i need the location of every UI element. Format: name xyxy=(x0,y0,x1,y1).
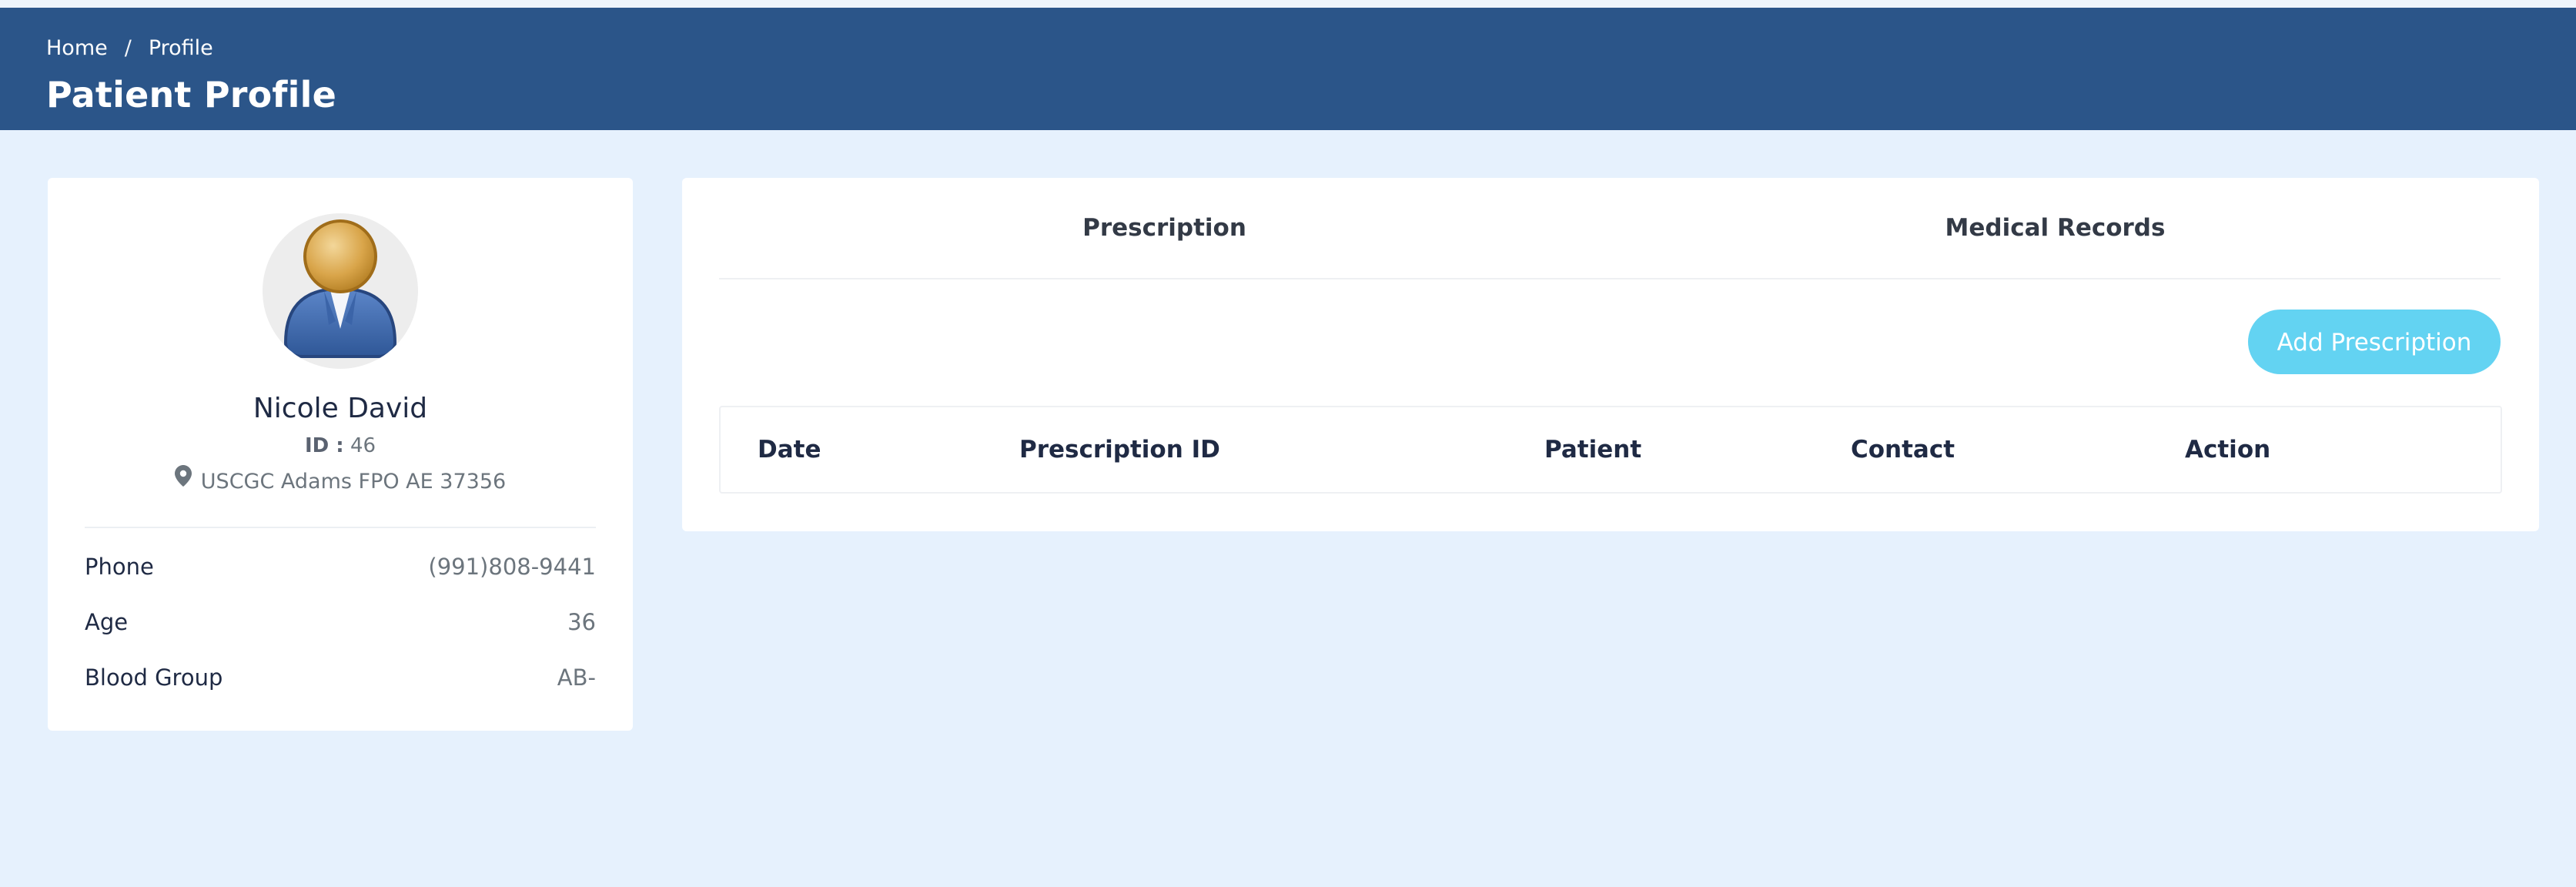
column-header-contact[interactable]: Contact xyxy=(1851,407,1955,492)
blood-group-label: Blood Group xyxy=(85,664,223,691)
records-card: Prescription Medical Records Add Prescri… xyxy=(682,178,2539,531)
patient-address: USCGC Adams FPO AE 37356 xyxy=(48,464,633,498)
breadcrumb-separator: / xyxy=(124,36,132,60)
column-header-action[interactable]: Action xyxy=(2185,407,2270,492)
column-header-prescription-id[interactable]: Prescription ID xyxy=(1019,407,1220,492)
column-header-date[interactable]: Date xyxy=(758,407,821,492)
phone-row: Phone (991)808-9441 xyxy=(85,547,596,586)
add-prescription-button[interactable]: Add Prescription xyxy=(2248,310,2501,374)
breadcrumb-current: Profile xyxy=(148,36,213,60)
map-pin-icon xyxy=(174,464,192,496)
age-label: Age xyxy=(85,609,129,635)
tab-medical-records[interactable]: Medical Records xyxy=(1610,178,2501,278)
patient-id-value: 46 xyxy=(350,434,376,457)
patient-id: ID : 46 xyxy=(48,430,633,461)
breadcrumb: Home / Profile xyxy=(46,33,213,64)
phone-label: Phone xyxy=(85,554,154,580)
user-avatar-icon xyxy=(263,213,418,369)
blood-group-value: AB- xyxy=(557,664,596,691)
page-title: Patient Profile xyxy=(46,74,336,115)
patient-id-label: ID : xyxy=(304,434,344,457)
profile-divider xyxy=(85,527,596,528)
prescription-table: Date Prescription ID Patient Contact Act… xyxy=(719,406,2502,494)
patient-name: Nicole David xyxy=(253,393,428,424)
patient-address-text: USCGC Adams FPO AE 37356 xyxy=(200,470,507,494)
age-row: Age 36 xyxy=(85,603,596,641)
blood-group-row: Blood Group AB- xyxy=(85,658,596,697)
age-value: 36 xyxy=(567,609,596,635)
breadcrumb-home[interactable]: Home xyxy=(46,33,108,64)
tab-bar: Prescription Medical Records xyxy=(719,178,2501,279)
tab-prescription[interactable]: Prescription xyxy=(719,178,1610,278)
page-header: Home / Profile Patient Profile xyxy=(0,8,2576,130)
column-header-patient[interactable]: Patient xyxy=(1544,407,1641,492)
top-strip xyxy=(0,0,2576,8)
profile-card: Nicole David ID : 46 USCGC Adams FPO AE … xyxy=(48,178,633,731)
phone-value: (991)808-9441 xyxy=(428,554,596,580)
